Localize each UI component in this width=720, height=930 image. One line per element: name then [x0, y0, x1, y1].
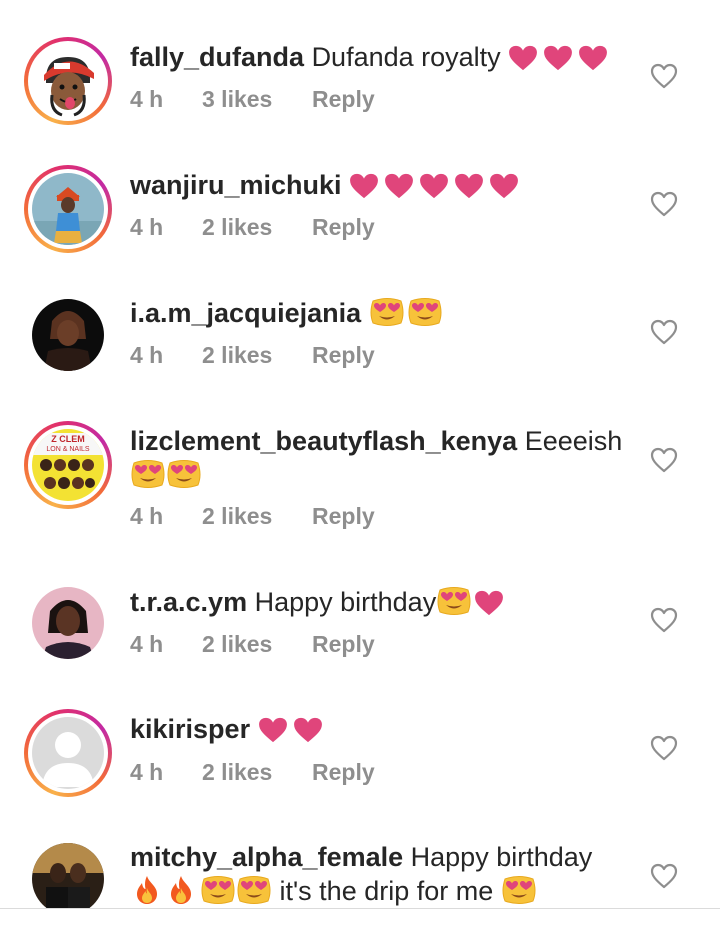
comment-time: 4 h	[130, 503, 164, 529]
avatar-image-cartoon	[32, 45, 104, 117]
reply-button[interactable]: Reply	[312, 503, 375, 530]
comment-likes[interactable]: 2 likes	[202, 342, 312, 369]
pink-heart-emoji	[349, 173, 379, 199]
pink-heart-emoji	[578, 45, 608, 71]
comment-likes[interactable]: 3 likes	[202, 86, 312, 113]
like-heart-icon[interactable]	[650, 190, 678, 218]
like-heart-icon[interactable]	[650, 62, 678, 90]
salon-logo-text: Z CLEM	[51, 434, 85, 444]
avatar[interactable]	[32, 299, 104, 371]
heart-eyes-emoji	[166, 459, 202, 489]
reply-button[interactable]: Reply	[312, 342, 375, 369]
comments-list: fally_dufanda Dufanda royalty 4 h 3 like…	[0, 0, 720, 908]
heart-eyes-emoji	[130, 459, 166, 489]
comment-username[interactable]: kikirisper	[130, 714, 250, 744]
comment-likes[interactable]: 2 likes	[202, 503, 312, 530]
comment-username[interactable]: t.r.a.c.ym	[130, 587, 247, 617]
heart-eyes-emoji	[200, 875, 236, 905]
pink-heart-emoji	[258, 717, 288, 743]
pink-heart-emoji	[454, 173, 484, 199]
avatar[interactable]	[32, 843, 104, 908]
like-heart-icon[interactable]	[650, 862, 678, 890]
pink-heart-emoji	[419, 173, 449, 199]
bottom-area	[0, 909, 720, 930]
avatar[interactable]: Z CLEM LON & NAILS	[24, 421, 112, 509]
comment-likes[interactable]: 2 likes	[202, 214, 312, 241]
reply-button[interactable]: Reply	[312, 214, 375, 241]
pink-heart-emoji	[293, 717, 323, 743]
heart-eyes-emoji	[501, 875, 537, 905]
fire-emoji	[134, 875, 160, 905]
comment-text: it's the drip for me	[279, 876, 494, 906]
avatar[interactable]	[24, 37, 112, 125]
reply-button[interactable]: Reply	[312, 759, 375, 786]
like-heart-icon[interactable]	[650, 446, 678, 474]
comment-time: 4 h	[130, 342, 164, 368]
pink-heart-emoji	[474, 590, 504, 616]
comment-time: 4 h	[130, 214, 164, 240]
comment-username[interactable]: fally_dufanda	[130, 42, 304, 72]
comment-text: Happy birthday	[254, 587, 437, 617]
avatar-image-salon-logo: Z CLEM LON & NAILS	[32, 429, 104, 501]
reply-button[interactable]: Reply	[312, 631, 375, 658]
comment-text: Happy birthday	[410, 842, 593, 872]
avatar-image-person	[32, 587, 104, 659]
avatar[interactable]	[32, 587, 104, 659]
reply-button[interactable]: Reply	[312, 86, 375, 113]
pink-heart-emoji	[384, 173, 414, 199]
avatar-image-person	[32, 173, 104, 245]
heart-eyes-emoji	[236, 875, 272, 905]
heart-eyes-emoji	[369, 297, 405, 327]
comment-likes[interactable]: 2 likes	[202, 759, 312, 786]
comment-text: Dufanda royalty	[311, 42, 501, 72]
comment-time: 4 h	[130, 631, 164, 657]
default-profile-icon	[32, 717, 104, 789]
pink-heart-emoji	[508, 45, 538, 71]
comment-likes[interactable]: 2 likes	[202, 631, 312, 658]
comment-time: 4 h	[130, 86, 164, 112]
heart-eyes-emoji	[407, 297, 443, 327]
comment-text: Eeeeish	[524, 426, 623, 456]
avatar-image-people	[32, 843, 104, 908]
like-heart-icon[interactable]	[650, 318, 678, 346]
comment-username[interactable]: i.a.m_jacquiejania	[130, 298, 361, 328]
comment-username[interactable]: lizclement_beautyflash_kenya	[130, 426, 517, 456]
pink-heart-emoji	[543, 45, 573, 71]
like-heart-icon[interactable]	[650, 734, 678, 762]
avatar[interactable]	[24, 709, 112, 797]
fire-emoji	[168, 875, 194, 905]
avatar[interactable]	[24, 165, 112, 253]
pink-heart-emoji	[489, 173, 519, 199]
comment-time: 4 h	[130, 759, 164, 785]
avatar-image-person	[32, 299, 104, 371]
heart-eyes-emoji	[436, 586, 472, 616]
salon-logo-text: LON & NAILS	[46, 446, 90, 453]
comment-username[interactable]: mitchy_alpha_female	[130, 842, 403, 872]
comment-username[interactable]: wanjiru_michuki	[130, 170, 342, 200]
like-heart-icon[interactable]	[650, 606, 678, 634]
